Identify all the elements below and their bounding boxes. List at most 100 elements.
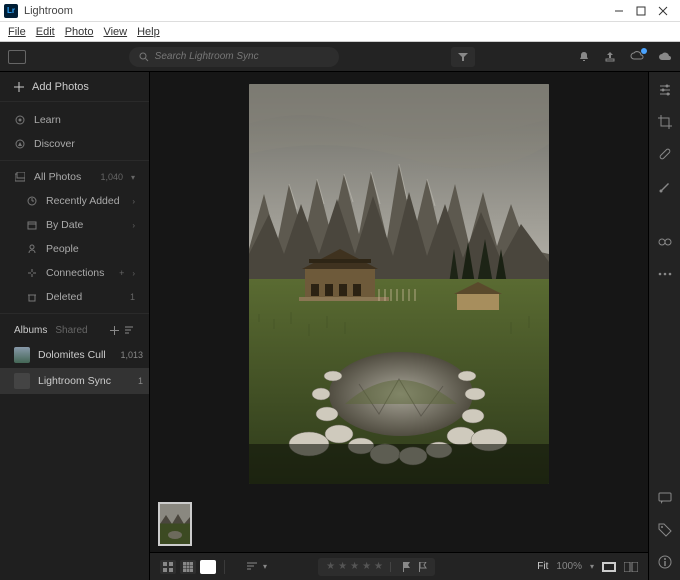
albums-header: Albums Shared (0, 318, 149, 342)
keywords-button[interactable] (658, 522, 672, 538)
sliders-icon (658, 83, 672, 97)
filmstrip-thumbnail[interactable] (158, 502, 192, 546)
grid-view-button[interactable] (160, 560, 176, 574)
bell-icon (578, 51, 590, 63)
home-button[interactable] (8, 50, 26, 64)
clock-icon (26, 196, 38, 206)
filter-button[interactable] (451, 47, 475, 67)
sidebar-item-learn[interactable]: Learn (0, 108, 149, 132)
sidebar-item-by-date[interactable]: By Date › (0, 213, 149, 237)
photos-icon (14, 172, 26, 182)
window-close-button[interactable] (656, 4, 670, 18)
view-mode-switcher (160, 560, 216, 574)
presets-button[interactable] (658, 234, 672, 250)
cloud-status-button[interactable] (658, 51, 672, 63)
albums-tab[interactable]: Albums (14, 325, 47, 336)
search-input[interactable]: Search Lightroom Sync (129, 47, 339, 67)
menu-view[interactable]: View (103, 26, 127, 38)
sort-lines-icon (247, 562, 259, 572)
share-button[interactable] (604, 51, 616, 63)
star-icon[interactable]: ★ (350, 561, 359, 572)
sidebar-item-connections[interactable]: Connections + › (0, 261, 149, 285)
viewer-panel: ▾ ★ ★ ★ ★ ★ Fit 100% (150, 72, 648, 580)
album-thumbnail (14, 373, 30, 389)
learn-icon (14, 115, 26, 125)
compare-view-button[interactable] (624, 562, 638, 572)
plus-icon (14, 82, 24, 92)
flag-pick-button[interactable] (402, 562, 411, 572)
sort-button[interactable]: ▾ (247, 562, 267, 572)
chevron-right-icon: › (132, 269, 135, 278)
tag-icon (658, 523, 672, 537)
add-photos-button[interactable]: Add Photos (0, 72, 149, 102)
sort-albums-button[interactable] (125, 326, 135, 335)
main-photo (249, 84, 549, 484)
zoom-level[interactable]: 100% (556, 561, 582, 572)
sidebar-item-recently-added[interactable]: Recently Added › (0, 189, 149, 213)
star-icon[interactable]: ★ (338, 561, 347, 572)
search-placeholder: Search Lightroom Sync (155, 51, 259, 62)
sidebar-item-discover[interactable]: Discover (0, 132, 149, 156)
chevron-right-icon: › (132, 197, 135, 206)
detail-view-button[interactable] (200, 560, 216, 574)
rating-widget[interactable]: ★ ★ ★ ★ ★ (318, 558, 435, 576)
sidebar: Add Photos Learn Discover (0, 72, 150, 580)
sort-icon (125, 326, 135, 335)
star-icon[interactable]: ★ (374, 561, 383, 572)
info-button[interactable] (658, 554, 672, 570)
edit-button[interactable] (658, 82, 672, 98)
image-viewer[interactable] (150, 72, 648, 496)
menu-file[interactable]: File (8, 26, 26, 38)
app-window: Lr Lightroom File Edit Photo View Help S… (0, 0, 680, 580)
masking-button[interactable] (658, 178, 672, 194)
discover-icon (14, 139, 26, 149)
brush-icon (658, 179, 672, 193)
comments-button[interactable] (658, 490, 672, 506)
sidebar-item-deleted[interactable]: Deleted 1 (0, 285, 149, 309)
share-icon (604, 51, 616, 63)
star-icon[interactable]: ★ (362, 561, 371, 572)
sidebar-item-people[interactable]: People (0, 237, 149, 261)
healing-button[interactable] (658, 146, 672, 162)
menu-edit[interactable]: Edit (36, 26, 55, 38)
info-icon (658, 555, 672, 569)
shared-tab[interactable]: Shared (55, 325, 87, 336)
crop-button[interactable] (658, 114, 672, 130)
window-title: Lightroom (24, 5, 73, 17)
bandage-icon (658, 147, 672, 161)
window-maximize-button[interactable] (634, 4, 648, 18)
cloud-icon (658, 51, 672, 63)
chevron-down-icon: ▾ (131, 173, 135, 182)
calendar-icon (26, 220, 38, 230)
comment-icon (658, 492, 672, 504)
trash-icon (26, 292, 38, 302)
window-minimize-button[interactable] (612, 4, 626, 18)
people-icon (26, 244, 38, 254)
add-photos-label: Add Photos (32, 81, 89, 93)
menubar: File Edit Photo View Help (0, 22, 680, 42)
filmstrip (150, 496, 648, 552)
sidebar-item-all-photos[interactable]: All Photos 1,040 ▾ (0, 165, 149, 189)
overlay-toggle-button[interactable] (602, 562, 616, 572)
square-grid-button[interactable] (180, 560, 196, 574)
fit-button[interactable]: Fit (537, 561, 548, 572)
more-button[interactable] (658, 266, 672, 282)
presets-icon (658, 235, 672, 249)
search-icon (139, 52, 149, 62)
sync-badge (641, 48, 647, 54)
album-row[interactable]: Lightroom Sync 1 (0, 368, 149, 394)
menu-photo[interactable]: Photo (65, 26, 94, 38)
main-area: Add Photos Learn Discover (0, 72, 680, 580)
add-album-button[interactable] (110, 326, 119, 335)
notifications-button[interactable] (578, 51, 590, 63)
album-row[interactable]: Dolomites Cull 1,013 (0, 342, 149, 368)
cloud-sync-button[interactable] (630, 51, 644, 63)
chevron-down-icon: ▾ (590, 562, 594, 571)
flag-reject-button[interactable] (418, 562, 427, 572)
topbar: Search Lightroom Sync (0, 42, 680, 72)
menu-help[interactable]: Help (137, 26, 160, 38)
right-toolbar (648, 72, 680, 580)
album-thumbnail (14, 347, 30, 363)
bottom-toolbar: ▾ ★ ★ ★ ★ ★ Fit 100% (150, 552, 648, 580)
star-icon[interactable]: ★ (326, 561, 335, 572)
